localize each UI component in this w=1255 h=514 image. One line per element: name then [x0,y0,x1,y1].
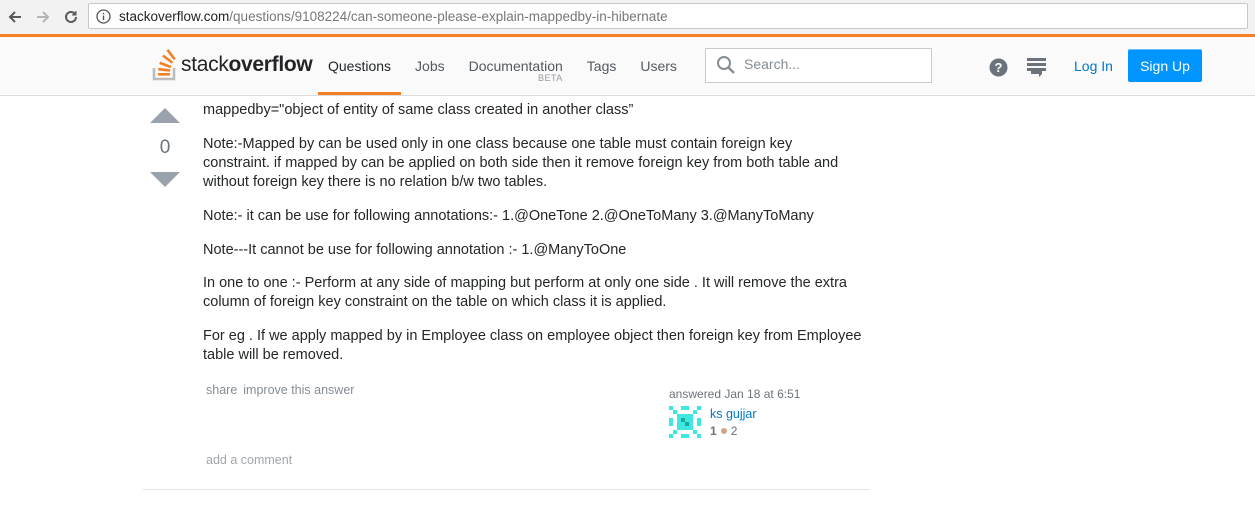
address-bar[interactable]: stackoverflow.com/questions/9108224/can-… [88,3,1248,29]
nav-tags[interactable]: Tags [577,37,627,95]
user-info-card: answered Jan 18 at 6:51 ks gujjar 1 2 [669,387,869,438]
user-reputation: 1 2 [710,424,757,438]
stack-logo-icon [152,49,176,81]
main-nav: Questions Jobs Documentation BETA Tags U… [318,37,691,95]
user-avatar[interactable] [669,406,701,438]
reputation-score: 1 [710,424,717,438]
user-name-link[interactable]: ks gujjar [710,407,757,421]
nav-questions[interactable]: Questions [318,37,402,95]
beta-badge: BETA [537,73,563,83]
answer-paragraph: Note:- it can be use for following annot… [203,207,814,224]
answer-divider [143,489,870,490]
vote-down-arrow-icon[interactable] [150,172,180,187]
svg-text:?: ? [995,60,1003,75]
inbox-icon[interactable] [1027,57,1047,82]
nav-jobs[interactable]: Jobs [405,37,455,95]
forward-arrow-icon[interactable] [32,6,54,28]
answer-paragraph: Note---It cannot be use for following an… [203,241,627,258]
vote-up-arrow-icon[interactable] [150,108,180,123]
answer-paragraph: Note:-Mapped by can be used only in one … [203,135,839,191]
nav-users[interactable]: Users [630,37,687,95]
answer-paragraph: mappedby="object of entity of same class… [203,102,634,118]
info-icon[interactable] [96,9,111,29]
browser-toolbar: stackoverflow.com/questions/9108224/can-… [0,0,1255,35]
site-logo[interactable]: stackoverflow [152,47,313,83]
share-link[interactable]: share [206,383,237,397]
answered-timestamp: answered Jan 18 at 6:51 [669,387,801,401]
reload-icon[interactable] [60,6,82,28]
answer-paragraph: In one to one :- Perform at any side of … [203,275,847,311]
search-box[interactable] [705,48,932,83]
logo-wordmark: stackoverflow [181,53,313,76]
help-icon[interactable]: ? [989,58,1008,82]
answer-body: mappedby="object of entity of same class… [203,101,863,380]
add-comment-link[interactable]: add a comment [206,453,292,467]
bronze-badge-icon [720,428,727,434]
login-link[interactable]: Log In [1064,55,1123,77]
url-text: stackoverflow.com/questions/9108224/can-… [119,9,668,24]
bronze-badge-count: 2 [730,424,738,438]
vote-count: 0 [159,137,171,158]
answer-paragraph: For eg . If we apply mapped by in Employ… [203,328,862,364]
search-icon [716,55,736,80]
search-input[interactable] [744,56,924,72]
signup-button[interactable]: Sign Up [1128,49,1202,82]
nav-documentation[interactable]: Documentation BETA [459,37,573,95]
back-arrow-icon[interactable] [4,6,26,28]
user-details: ks gujjar 1 2 [710,407,757,438]
post-menu: share improve this answer [206,383,354,397]
site-header: stackoverflow Questions Jobs Documentati… [0,37,1255,96]
improve-answer-link[interactable]: improve this answer [243,383,354,397]
